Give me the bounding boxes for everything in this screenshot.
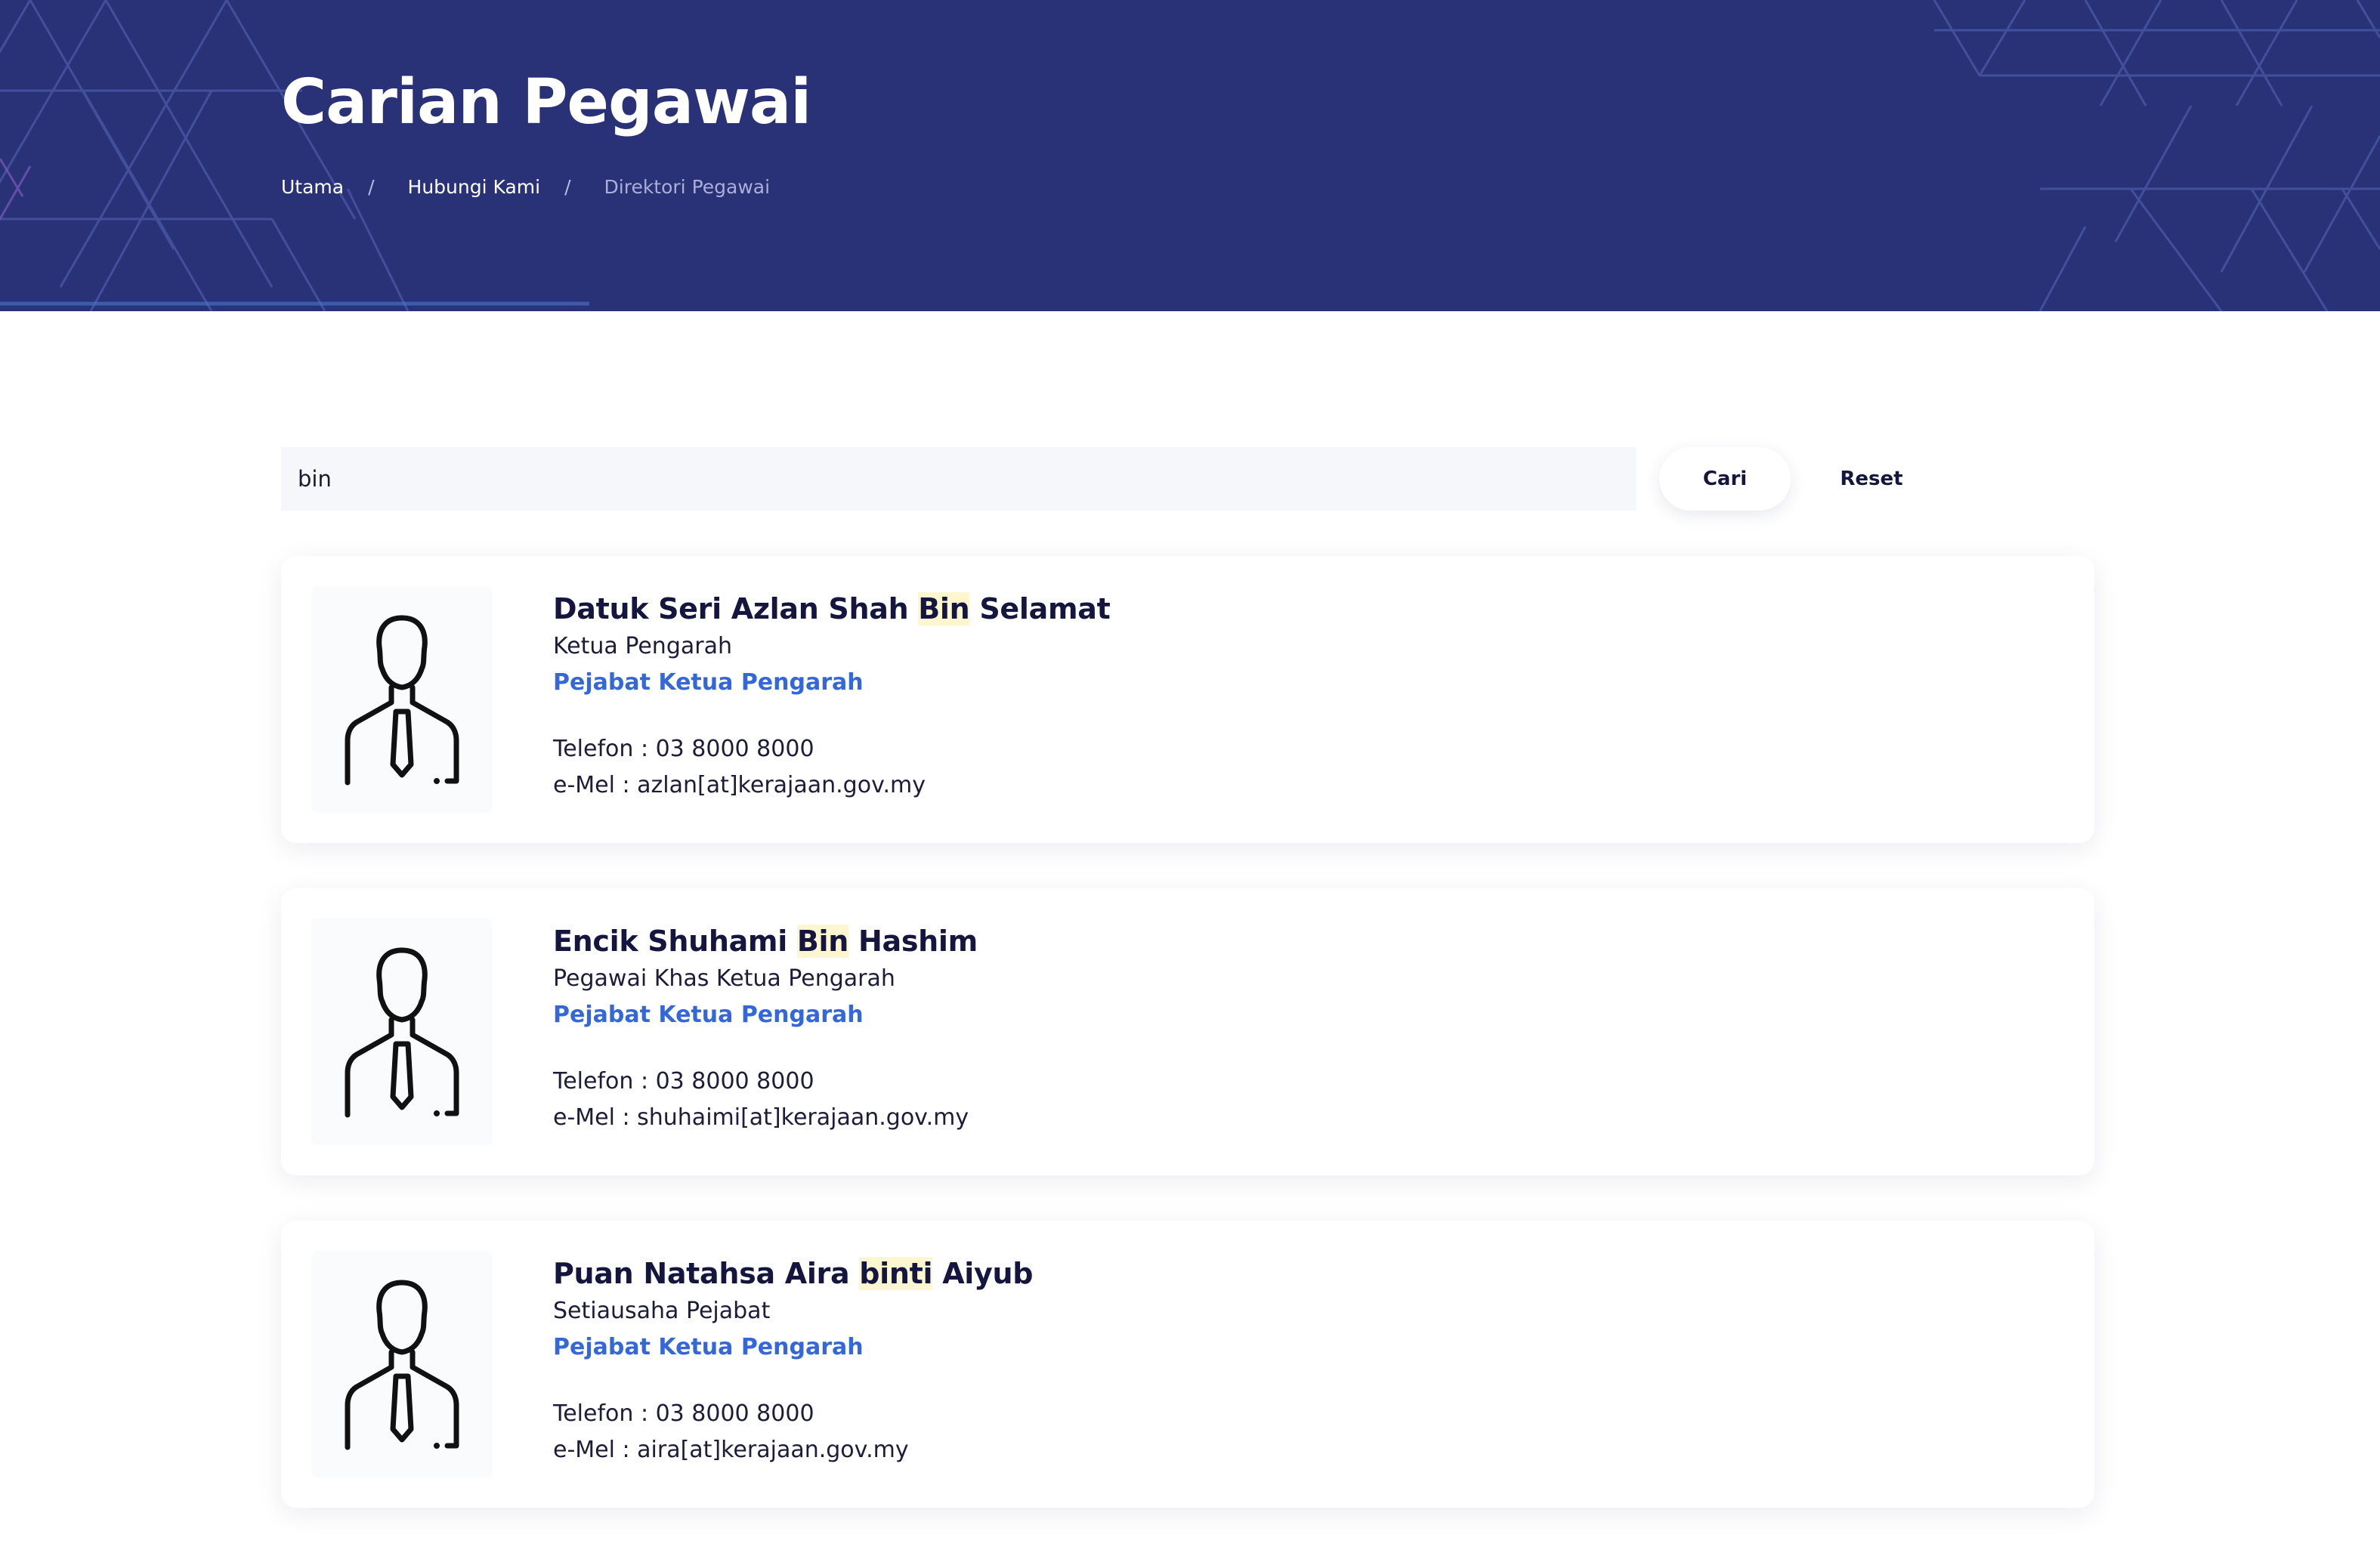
breadcrumb: Utama / Hubungi Kami / Direktori Pegawai xyxy=(281,174,811,201)
staff-phone: Telefon : 03 8000 8000 xyxy=(553,736,814,762)
staff-email: e-Mel : azlan[at]kerajaan.gov.my xyxy=(553,772,926,798)
staff-department-link[interactable]: Pejabat Ketua Pengarah xyxy=(553,1329,1033,1366)
staff-position: Setiausaha Pejabat xyxy=(553,1298,771,1324)
page-title: Carian Pegawai xyxy=(281,66,811,138)
staff-department-link[interactable]: Pejabat Ketua Pengarah xyxy=(553,997,978,1033)
breadcrumb-separator: / xyxy=(564,176,571,198)
staff-phone: Telefon : 03 8000 8000 xyxy=(553,1400,814,1427)
staff-department-link[interactable]: Pejabat Ketua Pengarah xyxy=(553,665,1110,701)
staff-email: e-Mel : aira[at]kerajaan.gov.my xyxy=(553,1437,909,1463)
person-with-tie-icon xyxy=(345,615,459,786)
staff-card: Datuk Seri Azlan Shah Bin Selamat Ketua … xyxy=(281,556,2094,843)
search-bar: Cari Reset xyxy=(281,447,2094,511)
page-header: Carian Pegawai Utama / Hubungi Kami / Di… xyxy=(0,0,2380,311)
staff-avatar xyxy=(311,586,493,813)
search-button[interactable]: Cari xyxy=(1659,447,1791,511)
staff-position: Ketua Pengarah xyxy=(553,633,732,659)
search-match-highlight: binti xyxy=(859,1257,933,1290)
reset-button[interactable]: Reset xyxy=(1815,447,1928,511)
staff-avatar xyxy=(311,1251,493,1477)
staff-results-list: Datuk Seri Azlan Shah Bin Selamat Ketua … xyxy=(281,556,2094,1553)
breadcrumb-home-link[interactable]: Utama xyxy=(281,174,344,201)
staff-email: e-Mel : shuhaimi[at]kerajaan.gov.my xyxy=(553,1104,969,1131)
staff-phone: Telefon : 03 8000 8000 xyxy=(553,1068,814,1095)
breadcrumb-contact-link[interactable]: Hubungi Kami xyxy=(408,174,541,201)
search-input[interactable] xyxy=(281,447,1637,511)
breadcrumb-separator: / xyxy=(368,176,375,198)
staff-name: Puan Natahsa Aira binti Aiyub xyxy=(553,1257,1034,1290)
staff-name: Datuk Seri Azlan Shah Bin Selamat xyxy=(553,592,1111,625)
breadcrumb-current: Direktori Pegawai xyxy=(604,176,771,198)
person-with-tie-icon xyxy=(345,947,459,1118)
staff-card: Puan Natahsa Aira binti Aiyub Setiausaha… xyxy=(281,1221,2094,1508)
staff-name: Encik Shuhami Bin Hashim xyxy=(553,925,978,958)
person-with-tie-icon xyxy=(345,1280,459,1450)
search-match-highlight: Bin xyxy=(918,592,970,625)
staff-avatar xyxy=(311,919,493,1145)
staff-position: Pegawai Khas Ketua Pengarah xyxy=(553,965,895,992)
search-match-highlight: Bin xyxy=(796,925,849,958)
staff-card: Encik Shuhami Bin Hashim Pegawai Khas Ke… xyxy=(281,888,2094,1175)
